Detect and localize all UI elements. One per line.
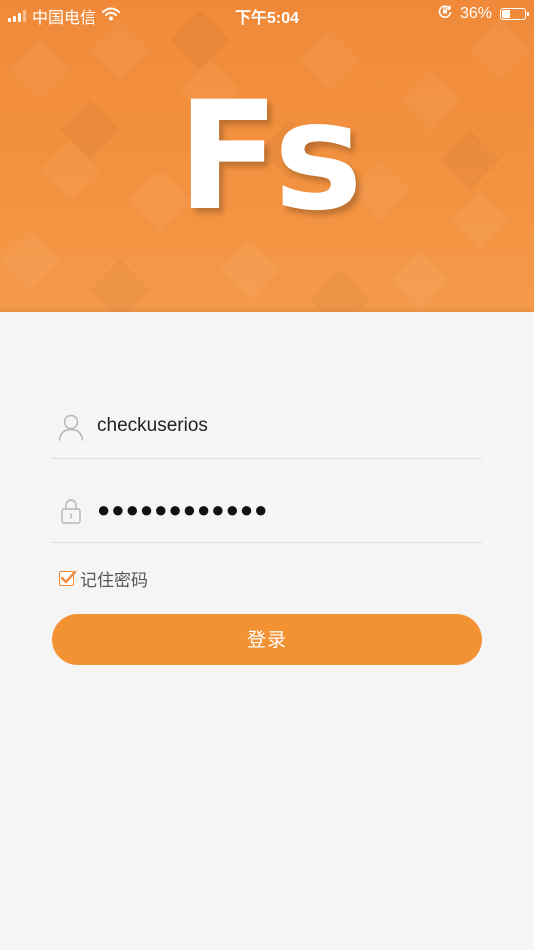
login-button[interactable]: 登录 (52, 614, 482, 665)
password-field: ●●●●●●●●●●●● (52, 459, 482, 543)
remember-label: 记住密码 (80, 571, 148, 590)
username-input[interactable] (97, 411, 467, 441)
app-header: 中国电信 下午5:04 36% Fs (0, 0, 534, 312)
battery-level (502, 9, 510, 18)
username-field (52, 375, 482, 459)
user-icon (58, 413, 84, 441)
remember-checkbox[interactable] (59, 570, 77, 586)
app-logo: Fs (177, 70, 363, 244)
password-input[interactable]: ●●●●●●●●●●●● (97, 495, 268, 525)
orientation-lock-icon (438, 4, 452, 23)
status-bar: 中国电信 下午5:04 36% (0, 0, 534, 28)
remember-password[interactable]: 记住密码 (59, 566, 148, 591)
lock-icon (58, 497, 84, 525)
checkmark-icon (60, 570, 77, 584)
battery-percent: 36% (459, 4, 492, 22)
battery-icon (500, 7, 529, 20)
status-right: 36% (438, 4, 529, 23)
